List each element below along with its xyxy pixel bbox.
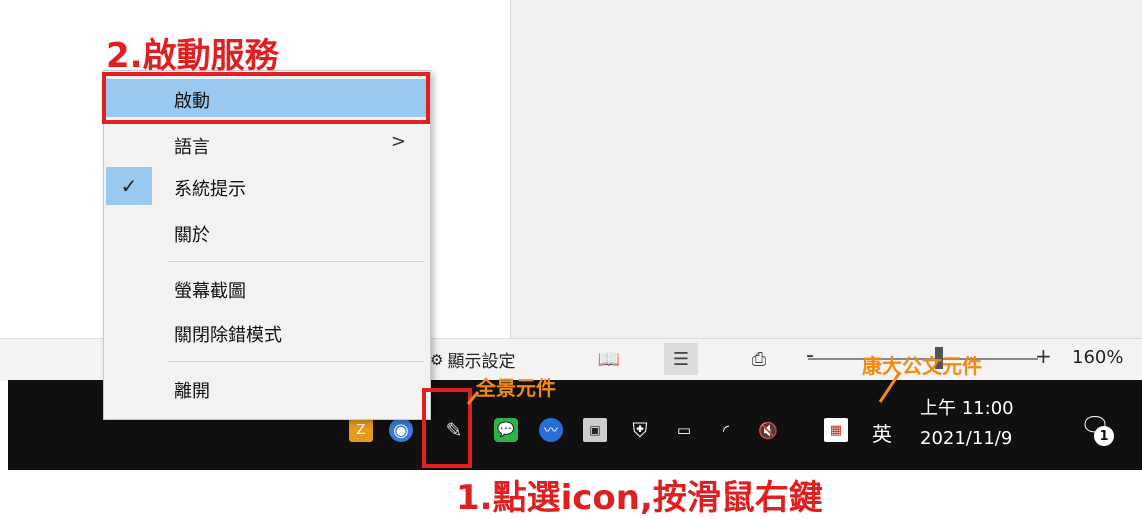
arrow-kangda bbox=[878, 371, 902, 403]
arrow-quanjing bbox=[466, 391, 480, 405]
annotation-arrows bbox=[466, 371, 902, 405]
